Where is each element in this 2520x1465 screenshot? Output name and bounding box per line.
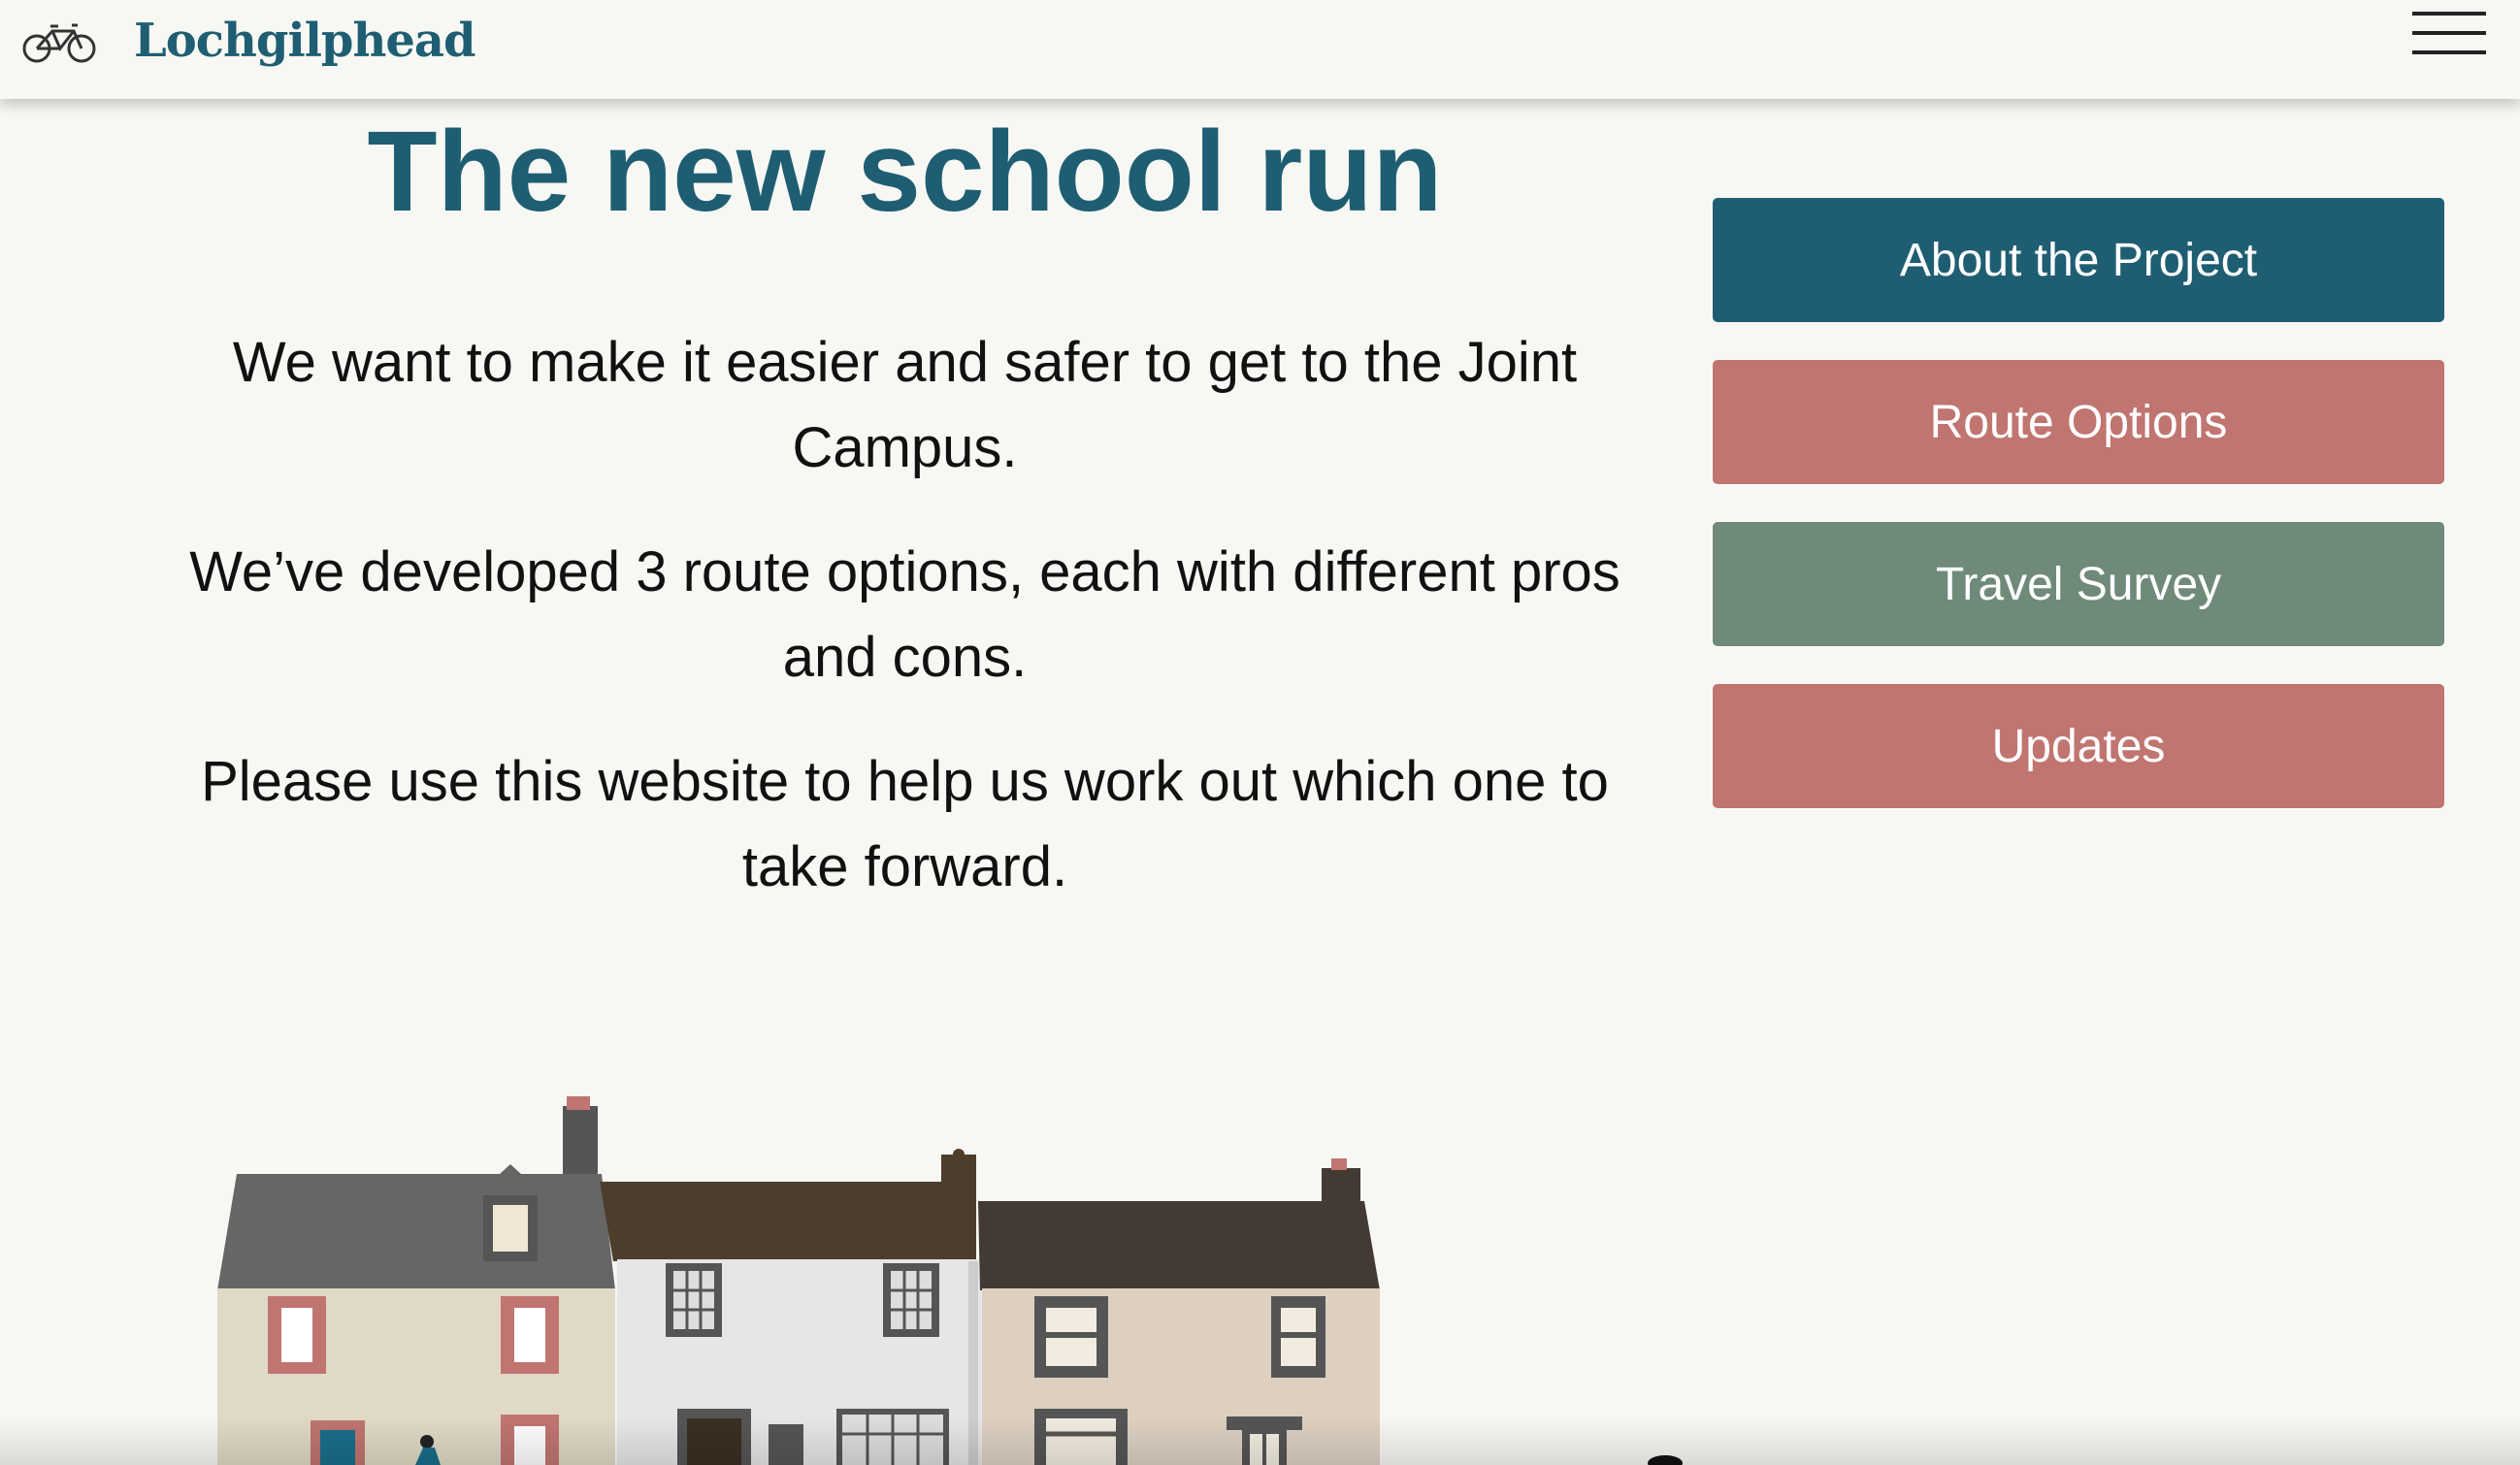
route-options-button[interactable]: Route Options	[1713, 360, 2444, 484]
left-house	[217, 1096, 615, 1465]
page-title: The new school run	[367, 108, 1443, 236]
about-the-project-button[interactable]: About the Project	[1713, 198, 2444, 322]
intro-paragraph-2: We’ve developed 3 route options, each wi…	[189, 540, 1620, 689]
hamburger-menu-icon[interactable]	[2412, 10, 2490, 56]
bottom-shadow	[0, 1416, 2520, 1465]
updates-button[interactable]: Updates	[1713, 684, 2444, 808]
intro-paragraph-1: We want to make it easier and safer to g…	[232, 331, 1578, 479]
street-houses-illustration	[217, 1096, 1683, 1465]
travel-survey-button[interactable]: Travel Survey	[1713, 522, 2444, 646]
bicycle-icon[interactable]	[21, 17, 99, 66]
intro-paragraph-3: Please use this website to help us work …	[201, 750, 1609, 898]
brand-name[interactable]: Lochgilphead	[134, 10, 476, 72]
top-navbar: Lochgilphead	[0, 0, 2520, 99]
